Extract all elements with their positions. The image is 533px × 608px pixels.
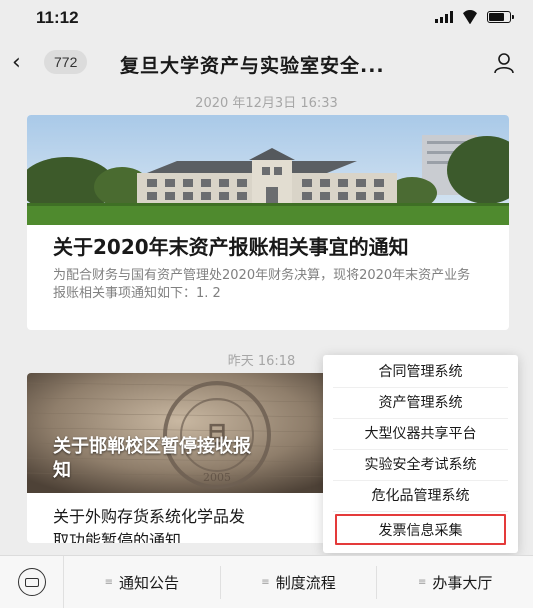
menu-item-safety-exam[interactable]: 实验安全考试系统 xyxy=(333,450,508,481)
status-bar: 11:12 xyxy=(0,0,533,40)
menu-tab-announcements[interactable]: ≡ 通知公告 xyxy=(64,565,221,599)
menu-item-contract-system[interactable]: 合同管理系统 xyxy=(333,357,508,388)
article-title: 关于邯郸校区暂停接收报 知 xyxy=(53,435,251,483)
menu-item-asset-system[interactable]: 资产管理系统 xyxy=(333,388,508,419)
page-title: 复旦大学资产与实验室安全... xyxy=(120,55,385,77)
menu-lines-icon: ≡ xyxy=(261,576,270,588)
keyboard-icon xyxy=(17,568,46,596)
wifi-icon xyxy=(461,10,479,24)
status-time: 11:12 xyxy=(36,8,79,27)
cover-image xyxy=(27,115,509,225)
person-icon[interactable] xyxy=(493,52,515,74)
article-title-line1: 关于邯郸校区暂停接收报 xyxy=(53,436,251,457)
menu-item-instrument-sharing[interactable]: 大型仪器共享平台 xyxy=(333,419,508,450)
article-description: 为配合财务与国有资产管理处2020年财务决算，现将2020年末资产业务报账相关事… xyxy=(53,268,471,301)
battery-icon xyxy=(487,11,514,23)
message-timestamp: 2020 年12月3日 16:33 xyxy=(195,96,338,111)
battery-fill xyxy=(489,13,504,21)
popup-submenu: 合同管理系统 资产管理系统 大型仪器共享平台 实验安全考试系统 危化品管理系统 … xyxy=(323,355,518,553)
article-title-line2: 知 xyxy=(53,460,71,481)
menu-tab-label: 通知公告 xyxy=(119,573,180,592)
article-card[interactable]: 关于2020年末资产报账相关事宜的通知 为配合财务与国有资产管理处2020年财务… xyxy=(27,115,509,330)
signal-icon xyxy=(435,11,453,23)
status-icons xyxy=(435,10,514,24)
menu-tab-policies[interactable]: ≡ 制度流程 xyxy=(221,565,378,599)
nav-bar: ‹ 772 复旦大学资产与实验室安全... xyxy=(0,40,533,84)
menu-tab-label: 制度流程 xyxy=(275,573,336,592)
menu-tab-label: 办事大厅 xyxy=(432,573,493,592)
article-title: 关于2020年末资产报账相关事宜的通知 xyxy=(53,235,409,259)
keyboard-toggle-button[interactable] xyxy=(0,555,64,608)
menu-tab-service-hall[interactable]: ≡ 办事大厅 xyxy=(377,566,533,599)
back-icon[interactable]: ‹ xyxy=(12,50,21,75)
menu-lines-icon: ≡ xyxy=(104,576,114,588)
unread-count-badge[interactable]: 772 xyxy=(44,50,88,74)
bottom-menu-bar: ≡ 通知公告 ≡ 制度流程 ≡ 办事大厅 xyxy=(0,555,533,608)
menu-item-invoice-collection[interactable]: 发票信息采集 xyxy=(335,514,506,545)
menu-item-hazardous-chemicals[interactable]: 危化品管理系统 xyxy=(333,481,508,512)
menu-lines-icon: ≡ xyxy=(417,576,427,588)
cover-image: 旦 2005 关于邯郸校区暂停接收报 知 xyxy=(27,373,332,493)
